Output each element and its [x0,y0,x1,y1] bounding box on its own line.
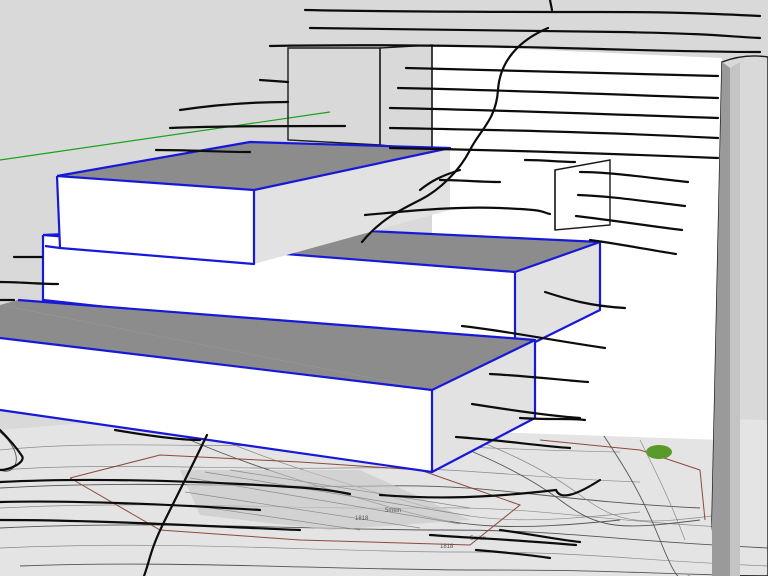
ground-tree-marker [646,445,672,459]
3d-modeling-viewport[interactable]: 1818 5mkin 1818 5mkin [0,0,768,576]
map-label: 1818 [440,544,454,550]
3d-scene-canvas[interactable]: 1818 5mkin 1818 5mkin [0,0,768,576]
map-label: 1818 [355,516,369,522]
map-label: 5mkin [385,508,401,514]
